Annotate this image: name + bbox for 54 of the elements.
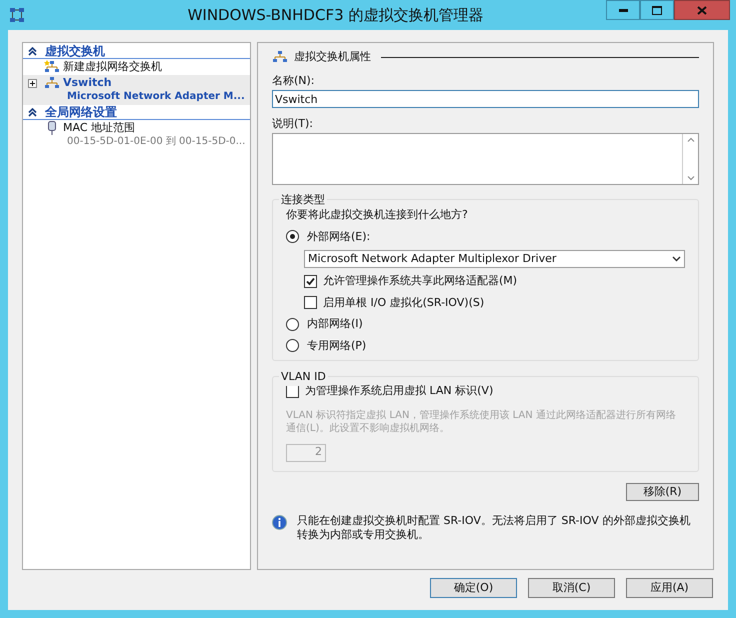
minimize-button[interactable] [606,0,640,20]
minimize-icon [618,8,628,12]
radio-label: 专用网络(P) [307,338,366,354]
sidebar-item[interactable]: MAC 地址范围 00-15-5D-01-0E-00 到 00-15-5D-0... [23,120,250,150]
item-detail: Microsoft Network Adapter M... [66,90,246,104]
app-icon [9,7,25,23]
maximize-button[interactable] [640,0,674,20]
field-label: 名称(N): [272,73,316,87]
panel-title: 虚拟交换机属性 [294,48,371,65]
chevron-down-icon [672,256,681,262]
field-label: 说明(T): [272,116,314,130]
item-detail: 00-15-5D-01-0E-00 到 00-15-5D-0... [66,135,246,149]
radio-button[interactable] [286,339,299,352]
radio-label: 外部网络(E): [307,228,370,244]
item-label: Vswitch [63,74,112,91]
checkbox[interactable] [304,274,317,288]
name-field[interactable]: Vswitch [272,90,699,108]
network-icon [272,50,288,64]
radio-button[interactable] [286,230,299,244]
maximize-icon [652,6,662,14]
radio-button[interactable] [286,318,299,331]
close-icon [697,6,707,14]
collapse-icon[interactable] [28,46,37,56]
network-icon [44,76,60,90]
scroll-up-icon[interactable] [686,137,694,142]
group-legend: VLAN ID [279,369,328,386]
section-header: 虚拟交换机 [45,45,105,57]
checkbox[interactable] [304,296,317,310]
description-field[interactable] [272,133,699,185]
sidebar-item[interactable]: 新建虚拟网络交换机 [23,59,250,75]
question-text: 你要将此虚拟交换机连接到什么地方? [286,207,469,223]
adapter-dropdown[interactable]: Microsoft Network Adapter Multiplexor Driver [304,250,685,268]
close-button[interactable] [674,0,730,20]
item-label: MAC 地址范围 [63,120,135,136]
item-label: 新建虚拟网络交换机 [63,58,162,75]
collapse-icon[interactable] [28,108,37,116]
info-icon [272,515,287,530]
checkbox-label: 启用单根 I/O 虚拟化(SR-IOV)(S) [323,294,484,310]
new-network-icon [44,60,60,74]
vlan-description: VLAN 标识符指定虚拟 LAN，管理操作系统使用该 LAN 通过此网络适配器进行所有网络通信(L)。此设置不影响虚拟机网络。 [286,408,677,434]
expand-icon[interactable] [28,78,36,88]
dialog-button[interactable]: 确定(O) [430,578,517,598]
checkbox-label: 为管理操作系统启用虚拟 LAN 标识(V) [305,383,494,399]
checkbox-label: 允许管理操作系统共享此网络适配器(M) [323,273,518,289]
window-title: WINDOWS-BNHDCF3 的虚拟交换机管理器 [186,4,484,26]
section-header: 全局网络设置 [45,106,117,118]
info-text: 只能在创建虚拟交换机时配置 SR-IOV。无法将启用了 SR-IOV 的外部虚拟交换机转换为内部或专用交换机。 [297,514,692,542]
radio-label: 内部网络(I) [307,316,363,332]
scroll-down-icon[interactable] [686,176,694,181]
remove-button[interactable]: 移除(R) [626,483,699,501]
sidebar-item[interactable]: Vswitch Microsoft Network Adapter M... [23,75,250,105]
dialog-button[interactable]: 应用(A) [626,578,713,598]
dialog-button[interactable]: 取消(C) [528,578,615,598]
plug-icon [48,121,56,135]
